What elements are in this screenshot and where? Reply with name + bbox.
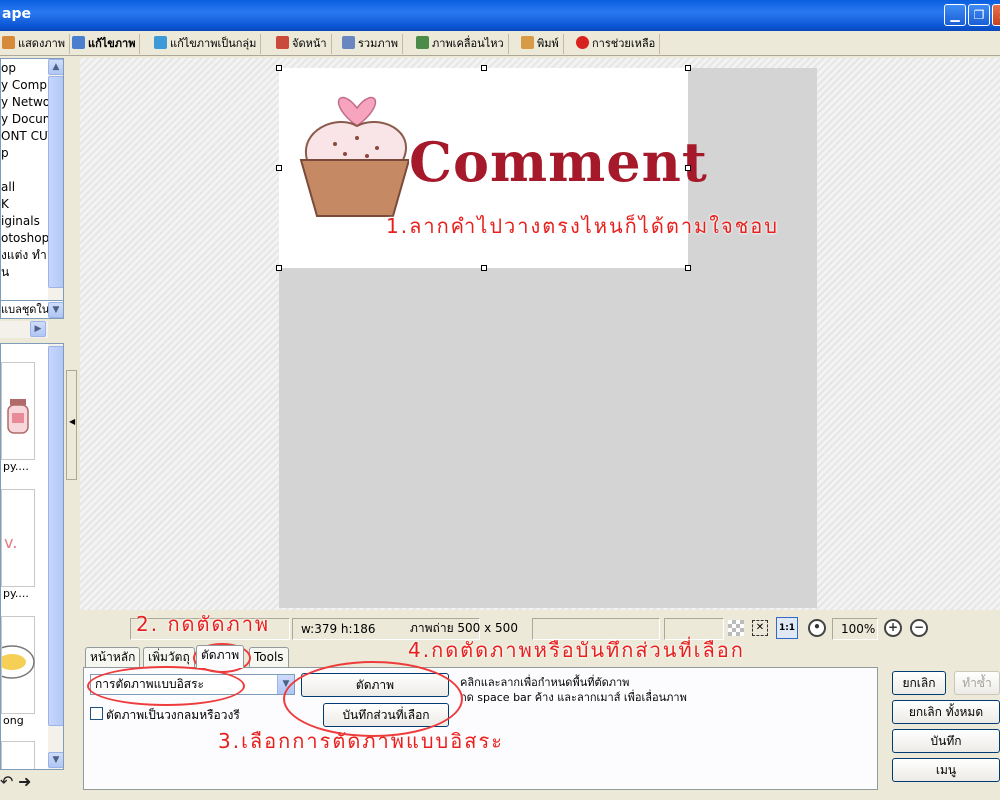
resize-handle[interactable]: [276, 165, 282, 171]
tree-item[interactable]: น: [1, 265, 9, 280]
actual-size-icon[interactable]: 1:1: [776, 617, 798, 639]
chevron-right-icon: ▶: [34, 324, 42, 334]
chevron-down-icon: ▼: [52, 305, 60, 315]
title-bar: ape ▁ ❐ ✕: [0, 0, 1000, 31]
circle-crop-label: ตัดภาพเป็นวงกลมหรือวงรี: [106, 708, 240, 722]
hint-text: กด space bar ค้าง และลากเมาส์ เพื่อเลื่อ…: [460, 691, 687, 704]
thumbnail-label: py....: [3, 587, 29, 600]
scroll-thumb[interactable]: [48, 346, 63, 726]
scroll-right-button[interactable]: ▶: [30, 321, 46, 337]
tree-item[interactable]: K: [1, 197, 9, 212]
tree-item[interactable]: ONT CUT: [1, 129, 55, 144]
text-art-icon: v.: [4, 533, 17, 552]
window-title: ape: [2, 6, 31, 22]
toolbar-help[interactable]: การช่วยเหลือ: [574, 34, 661, 54]
printer-icon: [521, 36, 534, 49]
tree-item[interactable]: y Compu: [1, 78, 55, 93]
tree-item[interactable]: op: [1, 61, 16, 76]
tree-item[interactable]: otoshop: [1, 231, 49, 246]
resize-handle[interactable]: [276, 65, 282, 71]
scroll-up-button[interactable]: ▲: [48, 59, 63, 75]
toolbar-edit[interactable]: แก้ไขภาพ: [70, 34, 141, 54]
fit-screen-icon[interactable]: ✕: [752, 620, 768, 636]
tree-scrollbar[interactable]: ▲ ▼: [48, 59, 63, 317]
tree-item[interactable]: iginals: [1, 214, 40, 229]
folder-tree[interactable]: op y Compu y Netwo y Docum ONT CUT p all…: [0, 58, 64, 318]
tab-tools[interactable]: Tools: [249, 647, 289, 667]
zoom-level: 100%: [832, 618, 878, 640]
thumbnail-card[interactable]: [1, 741, 35, 769]
rotate-left-icon[interactable]: ↶: [0, 772, 13, 791]
toolbar-animation[interactable]: ภาพเคลื่อนไหว: [414, 34, 509, 54]
zoom-out-icon[interactable]: −: [910, 619, 928, 637]
maximize-button[interactable]: ❐: [968, 4, 990, 26]
toolbar-view[interactable]: แสดงภาพ: [0, 34, 70, 54]
tab-add-object[interactable]: เพิ่มวัตถุ: [143, 647, 195, 667]
close-button[interactable]: ✕: [992, 4, 1000, 26]
thumbnail-card[interactable]: [1, 362, 35, 460]
thumbnail-label: ong: [3, 714, 24, 727]
tab-crop[interactable]: ตัดภาพ: [196, 645, 245, 668]
tree-item[interactable]: y Netwo: [1, 95, 50, 110]
resize-handle[interactable]: [685, 65, 691, 71]
panel-splitter[interactable]: ◀: [66, 370, 77, 480]
scroll-down-button[interactable]: ▼: [48, 752, 63, 768]
redo-button[interactable]: ทำซ้ำ: [954, 671, 1000, 695]
zoom-fit-icon[interactable]: •: [808, 619, 826, 637]
minimize-icon: ▁: [950, 8, 960, 22]
bottle-icon: [7, 399, 29, 434]
chevron-up-icon: ▲: [52, 62, 60, 72]
toolbar-layout[interactable]: จัดหน้า: [274, 34, 332, 54]
animation-icon: [416, 36, 429, 49]
zoom-in-icon[interactable]: +: [884, 619, 902, 637]
collapse-left-icon: ◀: [69, 417, 76, 426]
minimize-button[interactable]: ▁: [944, 4, 966, 26]
batch-edit-icon: [154, 36, 167, 49]
toolbar-combine[interactable]: รวมภาพ: [340, 34, 404, 54]
tab-home[interactable]: หน้าหลัก: [85, 647, 141, 667]
tree-item[interactable]: y Docum: [1, 112, 54, 127]
edit-photo-icon: [72, 36, 85, 49]
toolbar-print[interactable]: พิมพ์: [519, 34, 564, 54]
tree-hscrollbar[interactable]: ▶: [0, 321, 48, 338]
toolbar-batch-edit[interactable]: แก้ไขภาพเป็นกลุ่ม: [152, 34, 262, 54]
help-icon: [576, 36, 589, 49]
resize-handle[interactable]: [481, 265, 487, 271]
thumbnail-card[interactable]: [1, 616, 35, 714]
annotation-step1: 1.ลากคำไปวางตรงไหนก็ได้ตามใจชอบ: [386, 214, 780, 238]
menu-button[interactable]: เมนู: [892, 758, 1000, 782]
circle-crop-checkbox[interactable]: [90, 707, 103, 720]
svg-text:v.: v.: [4, 533, 17, 552]
thumbnail-scrollbar[interactable]: ▼: [48, 344, 63, 769]
resize-handle[interactable]: [685, 265, 691, 271]
resize-handle[interactable]: [685, 165, 691, 171]
thumbnail-panel[interactable]: py.... v. py.... ong ▼: [0, 343, 64, 770]
tree-item[interactable]: p: [1, 146, 9, 161]
chevron-down-icon: ▼: [52, 755, 60, 765]
maximize-icon: ❐: [973, 8, 985, 22]
combo-dropdown-button[interactable]: ▼: [48, 302, 63, 318]
tree-item[interactable]: งแต่ง ทำ: [1, 248, 47, 263]
cancel-all-button[interactable]: ยกเลิก ทั้งหมด: [892, 700, 1000, 724]
scroll-thumb[interactable]: [48, 76, 63, 288]
highlight-ellipse: [87, 666, 245, 706]
album-combo[interactable]: แบลชุดใน ▼: [0, 300, 64, 319]
forward-arrow-icon[interactable]: ➜: [18, 772, 31, 791]
thumbnail-card[interactable]: v.: [1, 489, 35, 587]
annotation-step2: 2. กดตัดภาพ: [136, 612, 271, 636]
comment-text[interactable]: Comment: [409, 130, 708, 194]
resize-handle[interactable]: [276, 265, 282, 271]
main-toolbar: แสดงภาพ แก้ไขภาพ แก้ไขภาพเป็นกลุ่ม จัดหน…: [0, 31, 1000, 56]
photo-stack-icon: [2, 36, 15, 49]
combine-icon: [342, 36, 355, 49]
sticker-icon: [1, 645, 35, 679]
highlight-ellipse: [283, 661, 463, 737]
annotation-step4: 4.กดตัดภาพหรือบันทึกส่วนที่เลือก: [408, 638, 745, 662]
thumbnail-label: py....: [3, 460, 29, 473]
layout-icon: [276, 36, 289, 49]
tree-item[interactable]: all: [1, 180, 15, 195]
save-button[interactable]: บันทึก: [892, 729, 1000, 753]
cancel-button[interactable]: ยกเลิก: [892, 671, 946, 695]
resize-handle[interactable]: [481, 65, 487, 71]
